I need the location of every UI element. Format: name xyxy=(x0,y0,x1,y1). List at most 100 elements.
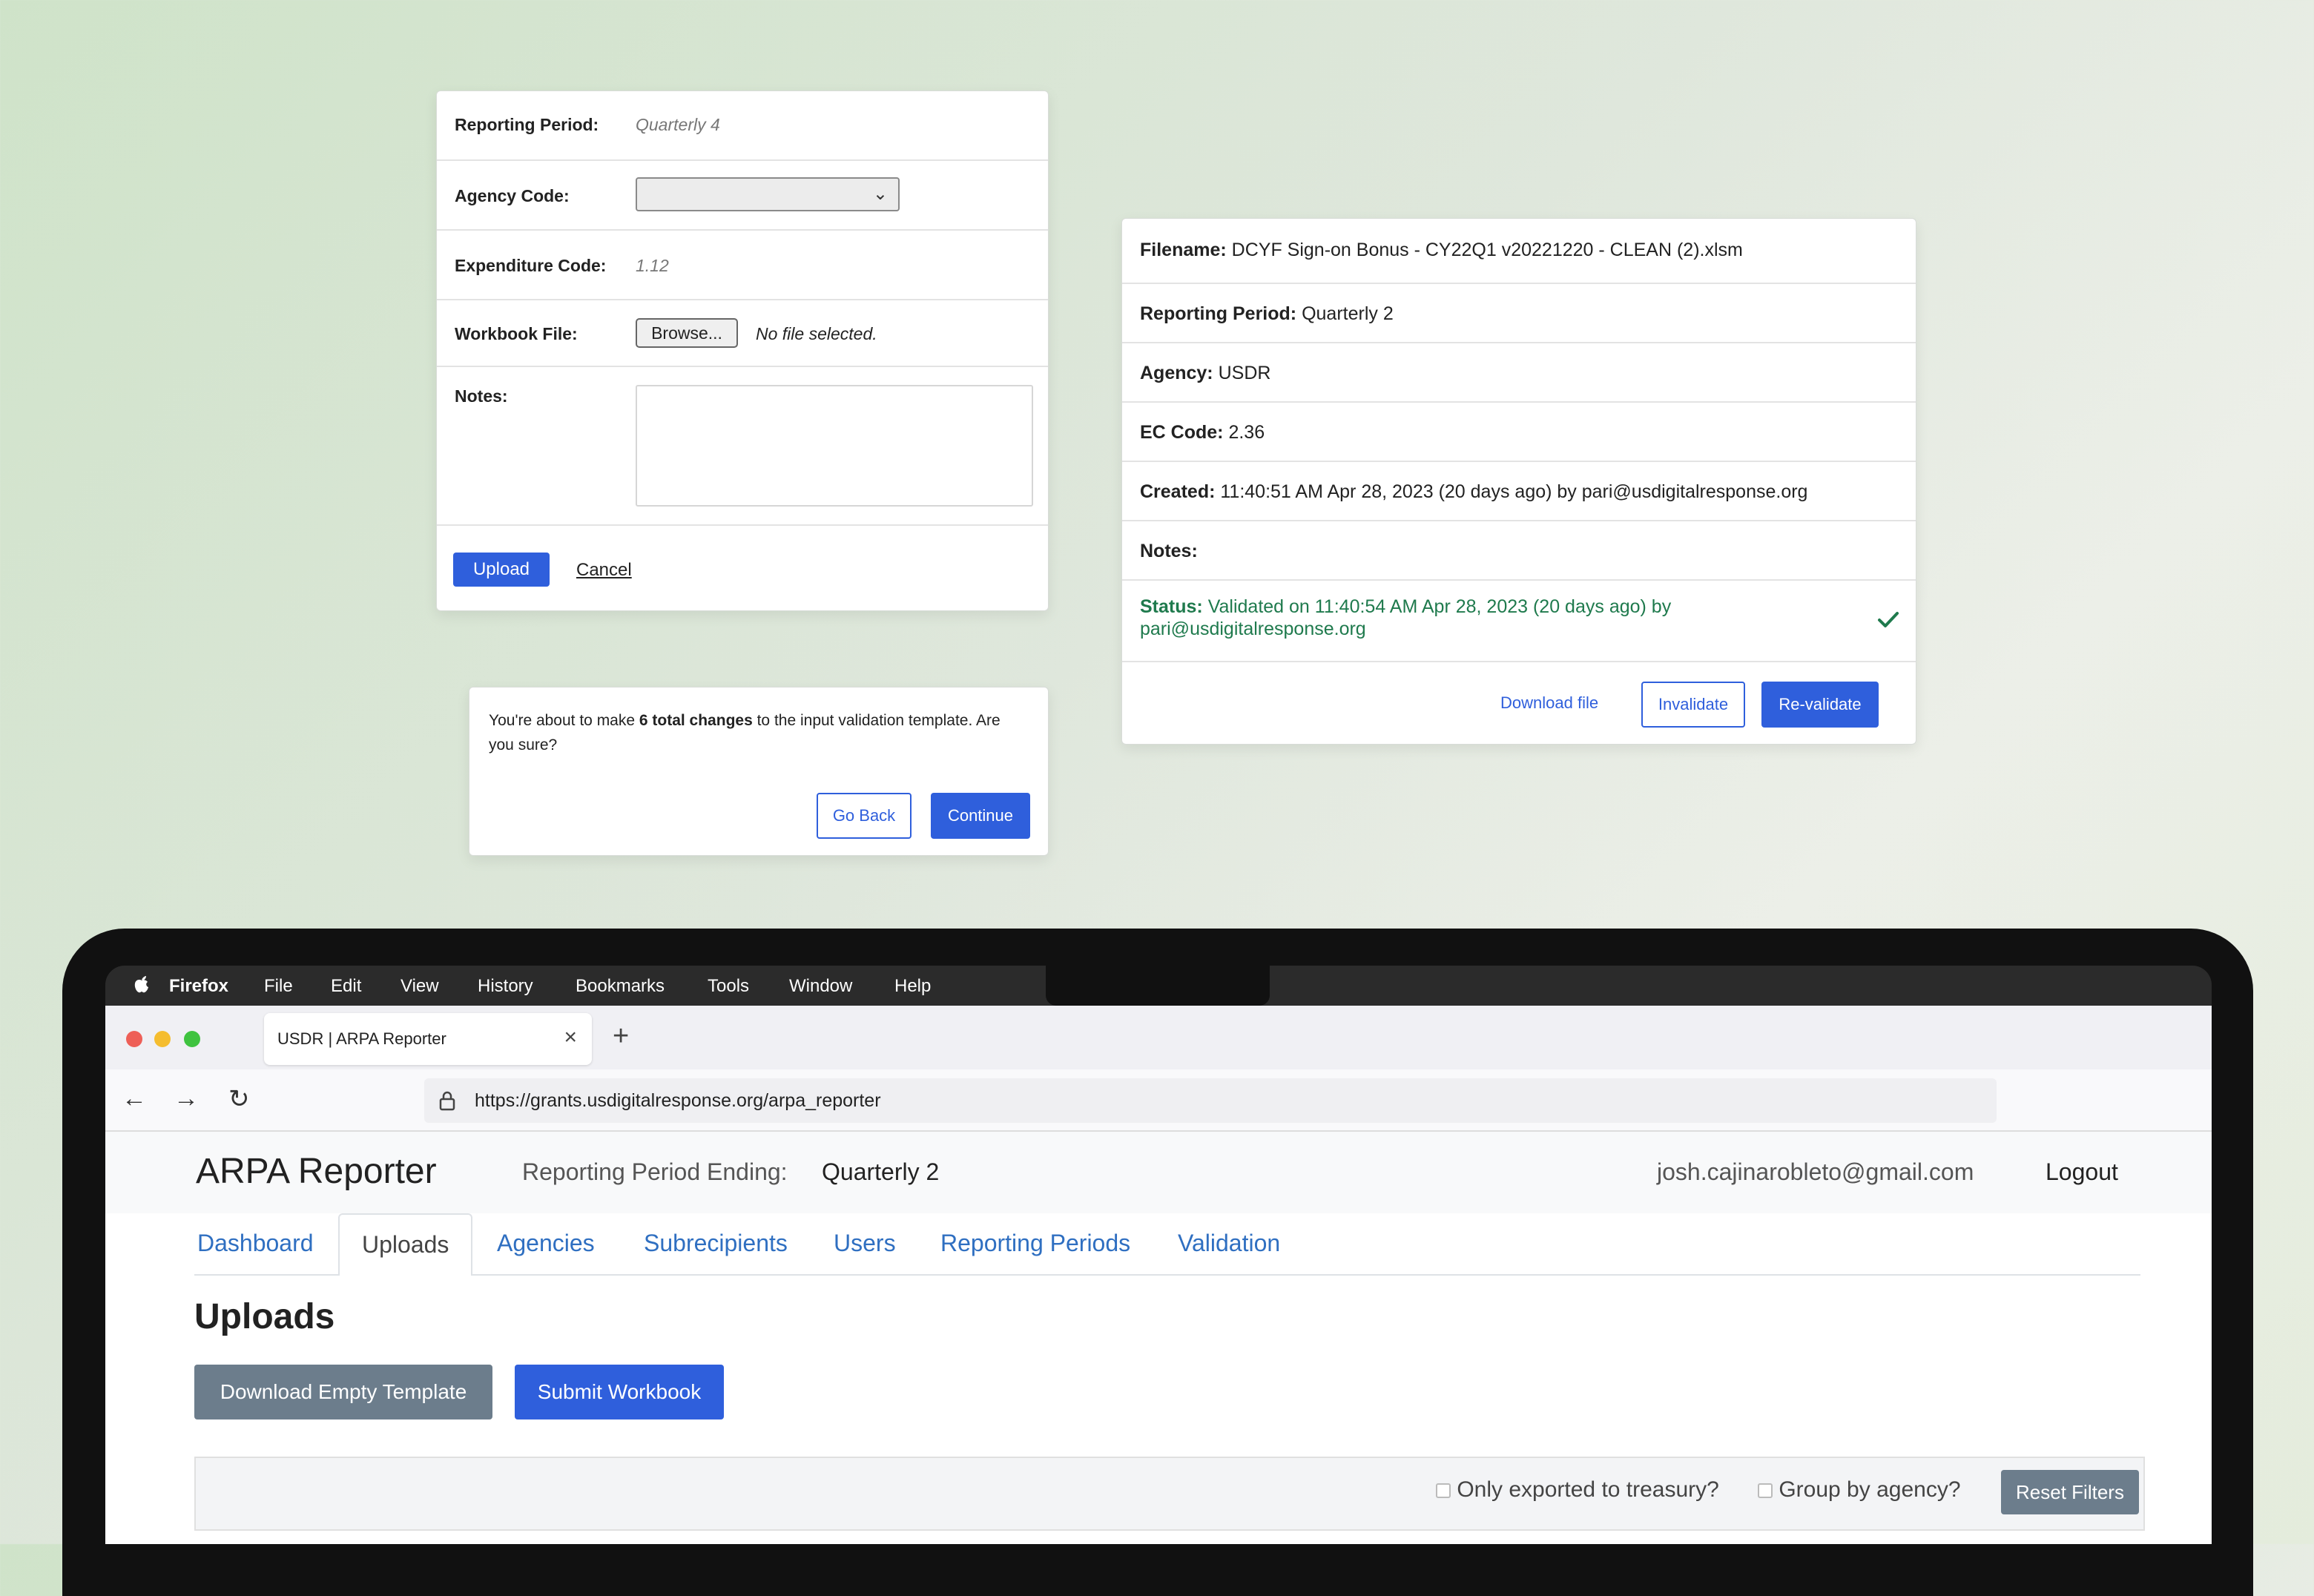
browser-navbar: ← → ↻ https://grants.usdigitalresponse.o… xyxy=(105,1069,2212,1132)
maximize-window-button[interactable] xyxy=(184,1031,200,1047)
status-text: Status: Validated on 11:40:54 AM Apr 28,… xyxy=(1140,596,1671,640)
minimize-window-button[interactable] xyxy=(154,1031,171,1047)
uploads-filter-bar: Only exported to treasury? Group by agen… xyxy=(194,1457,2145,1531)
forward-icon[interactable]: → xyxy=(174,1084,199,1113)
app-title[interactable]: ARPA Reporter xyxy=(196,1151,437,1192)
reporting-period-ending-label: Reporting Period Ending: xyxy=(522,1158,788,1185)
filter-exported-label: Only exported to treasury? xyxy=(1457,1477,1719,1502)
menubar-history[interactable]: History xyxy=(478,976,533,997)
logout-link[interactable]: Logout xyxy=(2046,1158,2118,1186)
workbook-file-label: Workbook File: xyxy=(455,324,578,343)
reporting-period-row: Reporting Period: Quarterly 4 xyxy=(437,91,1048,161)
reporting-period-label: Reporting Period: xyxy=(455,115,599,134)
reporting-period-line: Reporting Period: Quarterly 2 xyxy=(1140,303,1394,325)
details-reporting-period-label: Reporting Period: xyxy=(1140,303,1297,324)
ec-code-row: EC Code: 2.36 xyxy=(1122,403,1916,462)
upload-button[interactable]: Upload xyxy=(453,553,550,587)
checkmark-icon xyxy=(1878,612,1899,627)
workbook-file-row: Workbook File: Browse... No file selecte… xyxy=(437,300,1048,367)
created-value: 11:40:51 AM Apr 28, 2023 (20 days ago) b… xyxy=(1220,481,1808,502)
created-line: Created: 11:40:51 AM Apr 28, 2023 (20 da… xyxy=(1140,481,1807,503)
agency-code-row: Agency Code: ⌄ xyxy=(437,161,1048,231)
tab-validation[interactable]: Validation xyxy=(1178,1213,1280,1276)
revalidate-button[interactable]: Re-validate xyxy=(1761,682,1879,728)
agency-line: Agency: USDR xyxy=(1140,363,1270,384)
menubar-bookmarks[interactable]: Bookmarks xyxy=(576,976,665,997)
filter-exported[interactable]: Only exported to treasury? xyxy=(1436,1477,1719,1503)
tab-uploads[interactable]: Uploads xyxy=(338,1213,473,1276)
upload-details-card: Filename: DCYF Sign-on Bonus - CY22Q1 v2… xyxy=(1121,218,1916,745)
tab-reporting-periods[interactable]: Reporting Periods xyxy=(940,1213,1130,1276)
page-title: Uploads xyxy=(194,1297,335,1336)
menubar-help[interactable]: Help xyxy=(894,976,931,997)
go-back-button[interactable]: Go Back xyxy=(817,793,912,839)
filter-group-by-agency[interactable]: Group by agency? xyxy=(1758,1477,1961,1503)
filename-line: Filename: DCYF Sign-on Bonus - CY22Q1 v2… xyxy=(1140,240,1743,261)
url-text: https://grants.usdigitalresponse.org/arp… xyxy=(475,1090,881,1111)
url-bar[interactable]: https://grants.usdigitalresponse.org/arp… xyxy=(424,1078,1997,1123)
ec-code-line: EC Code: 2.36 xyxy=(1140,422,1265,443)
notes-textarea[interactable] xyxy=(636,385,1033,507)
agency-code-select[interactable]: ⌄ xyxy=(636,177,900,211)
no-file-text: No file selected. xyxy=(756,324,877,343)
download-file-link[interactable]: Download file xyxy=(1500,693,1598,713)
exported-checkbox[interactable] xyxy=(1436,1483,1451,1499)
tab-strip: USDR | ARPA Reporter × + xyxy=(105,1006,2212,1069)
cancel-link[interactable]: Cancel xyxy=(576,560,632,581)
agency-label: Agency: xyxy=(1140,363,1213,383)
status-value-line2: pari@usdigitalresponse.org xyxy=(1140,619,1366,639)
confirm-message: You're about to make 6 total changes to … xyxy=(489,708,1001,757)
submit-workbook-button[interactable]: Submit Workbook xyxy=(515,1365,724,1419)
lock-icon xyxy=(439,1091,455,1111)
expenditure-code-value: 1.12 xyxy=(636,256,669,275)
agency-row: Agency: USDR xyxy=(1122,343,1916,403)
download-empty-template-button[interactable]: Download Empty Template xyxy=(194,1365,492,1419)
created-row: Created: 11:40:51 AM Apr 28, 2023 (20 da… xyxy=(1122,462,1916,521)
chevron-down-icon: ⌄ xyxy=(872,184,888,204)
menubar-app-name[interactable]: Firefox xyxy=(169,976,228,997)
tabs-divider xyxy=(194,1274,2140,1276)
browser-tab-title: USDR | ARPA Reporter xyxy=(277,1029,446,1048)
details-notes-label-line: Notes: xyxy=(1140,541,1198,562)
close-tab-icon[interactable]: × xyxy=(564,1025,577,1050)
filter-group-label: Group by agency? xyxy=(1779,1477,1961,1502)
menubar-view[interactable]: View xyxy=(400,976,439,997)
browser-window: USDR | ARPA Reporter × + ← → ↻ https://g… xyxy=(105,1006,2212,1544)
ec-code-value: 2.36 xyxy=(1228,422,1265,443)
confirm-text-bold: 6 total changes xyxy=(639,712,753,729)
confirm-dialog: You're about to make 6 total changes to … xyxy=(469,687,1049,856)
apple-icon[interactable] xyxy=(134,975,150,994)
tab-dashboard[interactable]: Dashboard xyxy=(197,1213,314,1276)
tab-users[interactable]: Users xyxy=(834,1213,896,1276)
close-window-button[interactable] xyxy=(126,1031,142,1047)
browser-tab[interactable]: USDR | ARPA Reporter × xyxy=(264,1013,592,1065)
expenditure-code-row: Expenditure Code: 1.12 xyxy=(437,231,1048,300)
reload-icon[interactable]: ↻ xyxy=(228,1084,250,1114)
reset-filters-button[interactable]: Reset Filters xyxy=(2001,1470,2139,1514)
confirm-text-before: You're about to make xyxy=(489,712,639,729)
app-header: ARPA Reporter Reporting Period Ending: Q… xyxy=(105,1132,2212,1213)
continue-button[interactable]: Continue xyxy=(931,793,1030,839)
agency-value: USDR xyxy=(1218,363,1271,383)
notes-label: Notes: xyxy=(455,386,508,406)
details-reporting-period-value: Quarterly 2 xyxy=(1302,303,1394,324)
notes-row: Notes: xyxy=(1122,521,1916,581)
menubar-edit[interactable]: Edit xyxy=(331,976,361,997)
expenditure-code-label: Expenditure Code: xyxy=(455,256,607,275)
invalidate-button[interactable]: Invalidate xyxy=(1641,682,1745,728)
menubar-tools[interactable]: Tools xyxy=(708,976,749,997)
details-notes-label: Notes: xyxy=(1140,541,1198,561)
tab-agencies[interactable]: Agencies xyxy=(497,1213,595,1276)
upload-form-card: Reporting Period: Quarterly 4 Agency Cod… xyxy=(436,90,1049,611)
menubar-file[interactable]: File xyxy=(264,976,293,997)
browse-button[interactable]: Browse... xyxy=(636,318,738,348)
menubar-window[interactable]: Window xyxy=(789,976,852,997)
new-tab-icon[interactable]: + xyxy=(613,1020,629,1052)
reporting-period-row: Reporting Period: Quarterly 2 xyxy=(1122,284,1916,343)
reporting-period-value: Quarterly 4 xyxy=(636,115,720,134)
filename-label: Filename: xyxy=(1140,240,1227,260)
filename-value: DCYF Sign-on Bonus - CY22Q1 v20221220 - … xyxy=(1231,240,1743,260)
tab-subrecipients[interactable]: Subrecipients xyxy=(644,1213,788,1276)
back-icon[interactable]: ← xyxy=(122,1084,147,1113)
group-by-agency-checkbox[interactable] xyxy=(1758,1483,1773,1499)
